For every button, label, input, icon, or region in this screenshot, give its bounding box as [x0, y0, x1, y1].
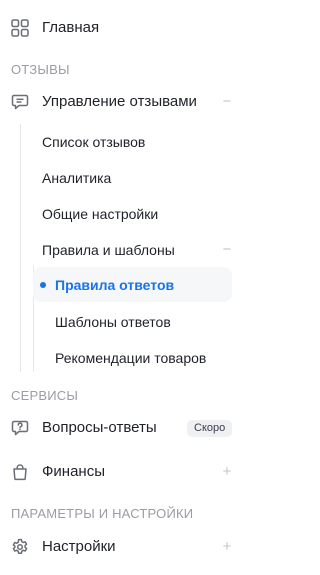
nav-subitem-review-list[interactable]: Список отзывов	[0, 130, 256, 154]
nav-subitem-response-templates[interactable]: Шаблоны ответов	[0, 310, 256, 334]
expand-icon[interactable]: +	[220, 464, 234, 479]
nav-subitem-product-recommendations[interactable]: Рекомендации товаров	[0, 346, 256, 370]
nav-subitem-analytics[interactable]: Аналитика	[0, 166, 256, 190]
question-bubble-icon	[10, 418, 30, 438]
section-header-settings: Параметры и настройки	[11, 506, 194, 521]
nav-item-review-management[interactable]: Управление отзывами −	[0, 90, 256, 114]
gear-icon	[10, 537, 30, 557]
nav-item-home[interactable]: Главная	[0, 16, 256, 40]
coming-soon-badge: Скоро	[187, 420, 233, 437]
grid-icon	[10, 18, 30, 38]
nav-subitem-general-settings[interactable]: Общие настройки	[0, 202, 256, 226]
nav-subitem-product-recommendations-label: Рекомендации товаров	[55, 350, 207, 366]
shopping-bag-icon	[10, 462, 30, 482]
section-header-reviews: Отзывы	[11, 62, 70, 77]
expand-icon[interactable]: +	[220, 539, 234, 554]
nav-subitem-review-list-label: Список отзывов	[42, 134, 146, 150]
collapse-icon[interactable]: −	[220, 94, 234, 109]
nav-item-settings-label: Настройки	[42, 538, 116, 555]
nav-item-finance-label: Финансы	[42, 463, 105, 480]
nav-subitem-rules-templates-label: Правила и шаблоны	[42, 242, 175, 258]
nav-item-qa-label: Вопросы-ответы	[42, 419, 157, 436]
nav-item-settings[interactable]: Настройки +	[0, 535, 256, 559]
nav-subitem-analytics-label: Аналитика	[42, 170, 112, 186]
collapse-icon[interactable]: −	[220, 242, 234, 257]
nav-subitem-general-settings-label: Общие настройки	[42, 206, 159, 222]
nav-item-finance[interactable]: Финансы +	[0, 460, 256, 484]
section-header-services: Сервисы	[11, 388, 79, 403]
nav-subitem-response-rules[interactable]: Правила ответов	[0, 273, 256, 297]
nav-item-review-management-label: Управление отзывами	[42, 93, 197, 110]
nav-subitem-rules-templates[interactable]: Правила и шаблоны −	[0, 238, 256, 262]
chat-bubble-icon	[10, 92, 30, 112]
nav-item-home-label: Главная	[42, 19, 100, 36]
nav-subitem-response-templates-label: Шаблоны ответов	[55, 314, 171, 330]
nav-subitem-response-rules-label: Правила ответов	[55, 277, 175, 293]
